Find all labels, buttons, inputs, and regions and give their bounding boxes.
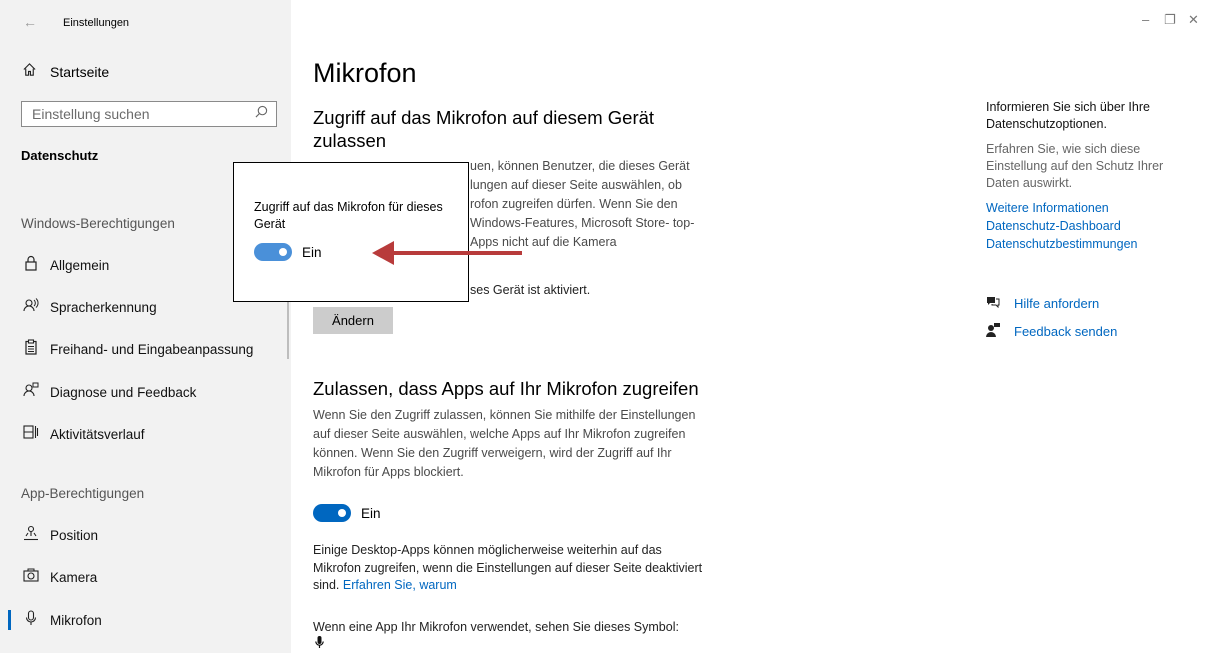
speech-icon <box>21 297 41 317</box>
annotation-arrow-icon <box>372 241 522 265</box>
group-label-app-permissions: App-Berechtigungen <box>21 486 145 501</box>
popup-toggle-row[interactable]: Ein <box>254 243 322 261</box>
home-label: Startseite <box>50 63 110 80</box>
timeline-icon <box>21 424 41 444</box>
feedback-icon <box>21 382 41 402</box>
restore-icon[interactable]: ❐ <box>1164 12 1176 28</box>
change-button[interactable]: Ändern <box>313 307 393 334</box>
microphone-symbol-icon <box>315 636 324 654</box>
nav-item-label: Kamera <box>50 569 98 585</box>
nav-item-label: Position <box>50 527 99 543</box>
selected-indicator <box>8 610 11 630</box>
device-access-toggle-state: Ein <box>302 244 322 260</box>
toggle-knob <box>338 509 346 517</box>
nav-item-label: Diagnose und Feedback <box>50 384 197 400</box>
learn-why-link[interactable]: Erfahren Sie, warum <box>343 578 457 592</box>
symbol-note: Wenn eine App Ihr Mikrofon verwendet, se… <box>313 620 679 634</box>
privacy-statement-link[interactable]: Datenschutzbestimmungen <box>986 237 1186 251</box>
nav-item-freihand[interactable]: Freihand- und Eingabeanpassung <box>0 329 291 369</box>
send-feedback-row[interactable]: Feedback senden <box>986 323 1117 340</box>
microphone-icon <box>21 610 41 630</box>
nav-item-label: Allgemein <box>50 257 110 273</box>
minimize-icon[interactable]: – <box>1142 12 1149 27</box>
toggle-knob <box>279 248 287 256</box>
current-section-heading: Datenschutz <box>21 148 99 163</box>
close-icon[interactable]: ✕ <box>1188 12 1199 28</box>
nav-item-kamera[interactable]: Kamera <box>0 557 291 597</box>
privacy-info-text: Erfahren Sie, wie sich diese Einstellung… <box>986 142 1164 190</box>
nav-item-position[interactable]: Position <box>0 515 291 555</box>
get-help-label: Hilfe anfordern <box>1014 295 1100 311</box>
privacy-info-heading: Informieren Sie sich über Ihre Datenschu… <box>986 100 1150 131</box>
nav-item-label: Spracherkennung <box>50 299 157 315</box>
help-chat-icon <box>986 295 1006 311</box>
more-info-link[interactable]: Weitere Informationen <box>986 201 1186 215</box>
app-access-toggle[interactable] <box>313 504 351 522</box>
search-input[interactable] <box>30 102 244 126</box>
back-arrow-icon[interactable]: ← <box>23 14 37 30</box>
app-access-description: Wenn Sie den Zugriff zulassen, können Si… <box>313 408 696 479</box>
desktop-apps-note: Einige Desktop-Apps können möglicherweis… <box>313 542 709 595</box>
nav-item-label: Aktivitätsverlauf <box>50 426 145 442</box>
section-heading-app-access: Zulassen, dass Apps auf Ihr Mikrofon zug… <box>313 378 699 399</box>
device-access-toggle[interactable] <box>254 243 292 261</box>
send-feedback-label: Feedback senden <box>1014 324 1118 339</box>
nav-item-aktivitaetsverlauf[interactable]: Aktivitätsverlauf <box>0 414 291 454</box>
get-help-row[interactable]: Hilfe anfordern <box>986 295 1099 311</box>
lock-icon <box>21 255 41 275</box>
privacy-dashboard-link[interactable]: Datenschutz-Dashboard <box>986 219 1186 233</box>
home-link[interactable]: Startseite <box>22 62 109 81</box>
device-access-status: ses Gerät ist aktiviert. <box>470 283 591 297</box>
app-access-toggle-row[interactable]: Ein <box>313 504 381 522</box>
feedback-person-icon <box>986 323 1006 340</box>
group-label-windows-permissions: Windows-Berechtigungen <box>21 216 175 231</box>
clipboard-icon <box>21 339 41 359</box>
section-heading-device-access: Zugriff auf das Mikrofon auf diesem Gerä… <box>313 107 655 151</box>
location-icon <box>21 525 41 545</box>
search-icon[interactable] <box>255 105 268 121</box>
nav-item-label: Freihand- und Eingabeanpassung <box>50 341 254 357</box>
nav-item-diagnose[interactable]: Diagnose und Feedback <box>0 372 291 412</box>
window-title: Einstellungen <box>63 17 130 29</box>
page-title: Mikrofon <box>313 58 417 88</box>
camera-icon <box>21 568 41 586</box>
home-icon <box>22 62 40 81</box>
app-access-toggle-state: Ein <box>361 505 381 521</box>
device-access-popup: Zugriff auf das Mikrofon für dieses Gerä… <box>233 162 469 302</box>
nav-item-mikrofon[interactable]: Mikrofon <box>0 600 291 640</box>
nav-item-label: Mikrofon <box>50 612 102 628</box>
popup-title: Zugriff auf das Mikrofon für dieses Gerä… <box>254 200 443 231</box>
sidebar: ← Einstellungen Startseite Datenschutz W… <box>0 0 291 653</box>
settings-search-box[interactable] <box>21 101 277 127</box>
